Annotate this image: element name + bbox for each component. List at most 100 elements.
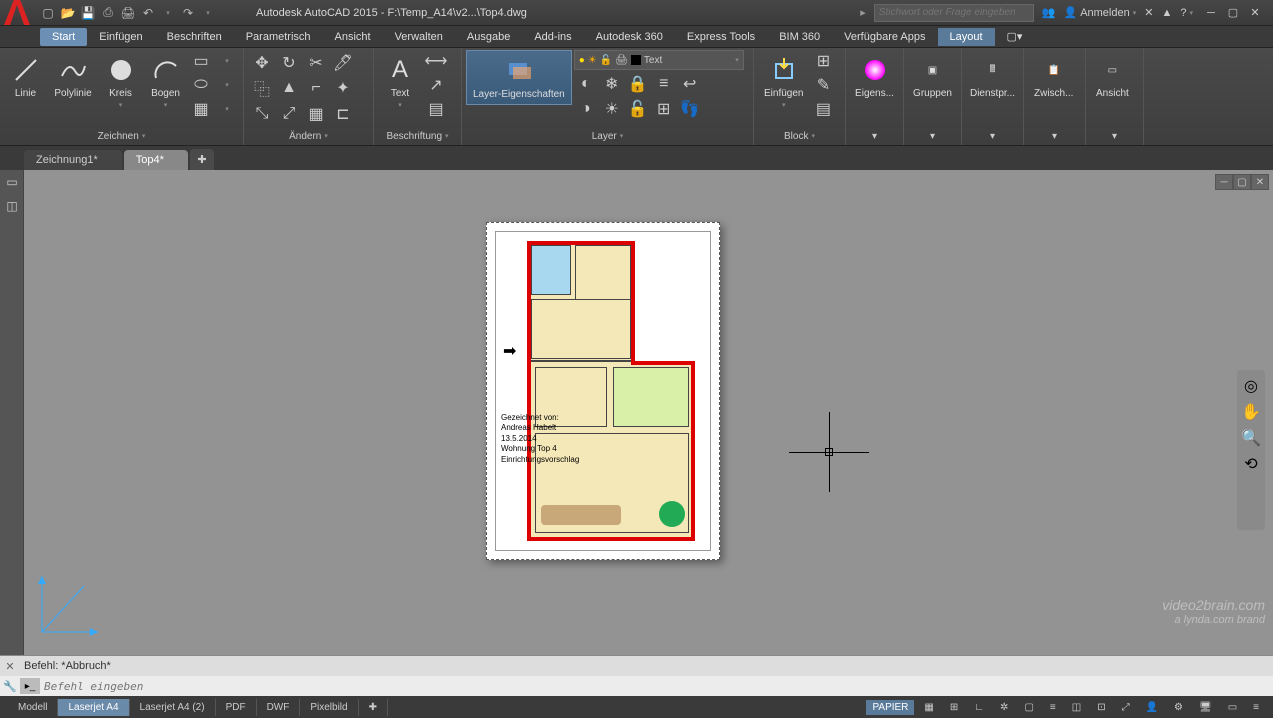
view-maximize-button[interactable]: ▢ bbox=[1233, 174, 1251, 190]
scale-icon[interactable]: ⤢ bbox=[277, 103, 301, 125]
move-icon[interactable]: ✥ bbox=[250, 52, 274, 74]
tab-addins[interactable]: Add-ins bbox=[522, 28, 583, 46]
file-tab-top4[interactable]: Top4* bbox=[124, 150, 188, 170]
circle-button[interactable]: Kreis▾ bbox=[99, 50, 142, 113]
infocenter-icon[interactable]: 👥 bbox=[1042, 6, 1056, 19]
create-block-icon[interactable]: ⊞ bbox=[811, 50, 835, 72]
layout-tab-modell[interactable]: Modell bbox=[8, 699, 58, 716]
status-custom-icon[interactable]: ≡ bbox=[1247, 700, 1265, 715]
layer-freeze-icon[interactable]: ❄ bbox=[600, 73, 624, 95]
file-tab-zeichnung1[interactable]: Zeichnung1* bbox=[24, 150, 122, 170]
status-sc-icon[interactable]: ⤢ bbox=[1116, 700, 1136, 715]
status-snap-icon[interactable]: ⊞ bbox=[944, 700, 964, 715]
rotate-icon[interactable]: ↻ bbox=[277, 52, 301, 74]
layer-off-icon[interactable]: ◐ bbox=[574, 73, 598, 95]
save-icon[interactable]: 💾 bbox=[80, 5, 96, 21]
undo-icon[interactable]: ↶ bbox=[140, 5, 156, 21]
cmdline-config-icon[interactable]: 🔧 bbox=[0, 680, 20, 693]
layer-combo[interactable]: ●☀🔓🖨 Text ▾ bbox=[574, 50, 744, 70]
redo-icon[interactable]: ↷ bbox=[180, 5, 196, 21]
layer-walk-icon[interactable]: 👣 bbox=[678, 98, 702, 120]
maximize-button[interactable]: ▢ bbox=[1223, 5, 1243, 21]
hatch-icon[interactable]: ▦ bbox=[189, 98, 213, 120]
tab-autodesk360[interactable]: Autodesk 360 bbox=[584, 28, 675, 46]
status-clean-icon[interactable]: ▭ bbox=[1222, 700, 1243, 715]
status-paper-button[interactable]: PAPIER bbox=[866, 700, 914, 715]
stretch-icon[interactable]: ⤡ bbox=[250, 103, 274, 125]
status-ws-icon[interactable]: ⚙ bbox=[1168, 700, 1189, 715]
tab-ausgabe[interactable]: Ausgabe bbox=[455, 28, 522, 46]
insert-block-button[interactable]: Einfügen▾ bbox=[758, 50, 809, 113]
view-minimize-button[interactable]: ─ bbox=[1215, 174, 1233, 190]
status-grid-icon[interactable]: ▦ bbox=[918, 700, 939, 715]
status-osnap-icon[interactable]: ▢ bbox=[1018, 700, 1039, 715]
drawing-viewport[interactable]: ─ ▢ ✕ ➡ bbox=[24, 170, 1273, 655]
layout-tab-laserjet[interactable]: Laserjet A4 bbox=[58, 699, 129, 716]
a360-icon[interactable]: ▲ bbox=[1161, 7, 1172, 19]
mirror-icon[interactable]: ▲ bbox=[277, 77, 301, 99]
leader-icon[interactable]: ↗ bbox=[424, 74, 448, 96]
tab-bim360[interactable]: BIM 360 bbox=[767, 28, 832, 46]
tab-parametrisch[interactable]: Parametrisch bbox=[234, 28, 323, 46]
status-monitor-icon[interactable]: 🖥 bbox=[1193, 700, 1218, 715]
nav-bar[interactable]: ◎ ✋ 🔍 ⟲ bbox=[1237, 370, 1265, 530]
layout-tab-pixelbild[interactable]: Pixelbild bbox=[300, 699, 358, 716]
plot-icon[interactable]: 🖨 bbox=[120, 5, 136, 21]
polyline-button[interactable]: Polylinie bbox=[49, 50, 97, 103]
ellipse-icon[interactable]: ⬭ bbox=[189, 74, 213, 96]
file-tab-new[interactable]: ✚ bbox=[190, 149, 214, 170]
clipboard-button[interactable]: 📋Zwisch... bbox=[1028, 50, 1079, 103]
close-button[interactable]: ✕ bbox=[1245, 5, 1265, 21]
saveas-icon[interactable]: ⎙ bbox=[100, 5, 116, 21]
table-icon[interactable]: ▤ bbox=[424, 98, 448, 120]
exchange-icon[interactable]: ✕ bbox=[1144, 6, 1153, 19]
tab-apps[interactable]: Verfügbare Apps bbox=[832, 28, 937, 46]
layer-prev-icon[interactable]: ↩ bbox=[678, 73, 702, 95]
viewport-tool-icon[interactable]: ▭ bbox=[0, 170, 24, 194]
layer-state-icon[interactable]: ⊞ bbox=[652, 98, 676, 120]
trim-icon[interactable]: ✂ bbox=[304, 52, 328, 74]
help-search-input[interactable] bbox=[874, 4, 1034, 22]
undo-drop-icon[interactable]: ▾ bbox=[160, 5, 176, 21]
edit-block-icon[interactable]: ✎ bbox=[811, 74, 835, 96]
command-input[interactable] bbox=[44, 680, 1273, 693]
cmdline-close-icon[interactable]: ✕ bbox=[0, 660, 20, 673]
offset-icon[interactable]: ⊏ bbox=[331, 103, 355, 125]
status-anno-icon[interactable]: 👤 bbox=[1140, 700, 1164, 715]
text-button[interactable]: AText▾ bbox=[378, 50, 422, 113]
status-trans-icon[interactable]: ◫ bbox=[1066, 700, 1087, 715]
copy-icon[interactable]: ⿻ bbox=[250, 77, 274, 99]
redo-drop-icon[interactable]: ▾ bbox=[200, 5, 216, 21]
tab-start[interactable]: Start bbox=[40, 28, 87, 46]
groups-button[interactable]: ▣Gruppen bbox=[908, 50, 957, 103]
status-ortho-icon[interactable]: ∟ bbox=[968, 700, 990, 715]
erase-icon[interactable]: 🖊 bbox=[331, 52, 355, 74]
nav-pan-icon[interactable]: ✋ bbox=[1241, 402, 1261, 422]
tab-express[interactable]: Express Tools bbox=[675, 28, 767, 46]
nav-wheel-icon[interactable]: ◎ bbox=[1244, 376, 1258, 396]
layout-tab-dwf[interactable]: DWF bbox=[257, 699, 301, 716]
dim-linear-icon[interactable]: ⟷ bbox=[424, 50, 448, 72]
array-icon[interactable]: ▦ bbox=[304, 103, 328, 125]
open-icon[interactable]: 📂 bbox=[60, 5, 76, 21]
properties-button[interactable]: Eigens... bbox=[850, 50, 899, 103]
rect-icon[interactable]: ▭ bbox=[189, 50, 213, 72]
view-close-button[interactable]: ✕ bbox=[1251, 174, 1269, 190]
minimize-button[interactable]: ─ bbox=[1201, 5, 1221, 21]
fillet-icon[interactable]: ⌐ bbox=[304, 77, 328, 99]
layer-thaw-icon[interactable]: ☀ bbox=[600, 98, 624, 120]
nav-orbit-icon[interactable]: ⟲ bbox=[1244, 454, 1257, 474]
layer-lock-icon[interactable]: 🔒 bbox=[626, 73, 650, 95]
help-icon[interactable]: ? ▾ bbox=[1180, 7, 1193, 19]
signin-button[interactable]: 👤 Anmelden ▾ bbox=[1063, 6, 1136, 19]
tab-verwalten[interactable]: Verwalten bbox=[383, 28, 455, 46]
utilities-button[interactable]: 🖩Dienstpr... bbox=[966, 50, 1019, 103]
explode-icon[interactable]: ✦ bbox=[331, 77, 355, 99]
layout-tab-add[interactable]: ✚ bbox=[359, 699, 388, 716]
status-polar-icon[interactable]: ✲ bbox=[994, 700, 1014, 715]
tab-layout[interactable]: Layout bbox=[938, 28, 995, 46]
layer-properties-button[interactable]: Layer-Eigenschaften bbox=[466, 50, 572, 105]
layer-match-icon[interactable]: ≡ bbox=[652, 73, 676, 95]
tab-ansicht[interactable]: Ansicht bbox=[323, 28, 383, 46]
app-logo[interactable] bbox=[0, 0, 34, 31]
